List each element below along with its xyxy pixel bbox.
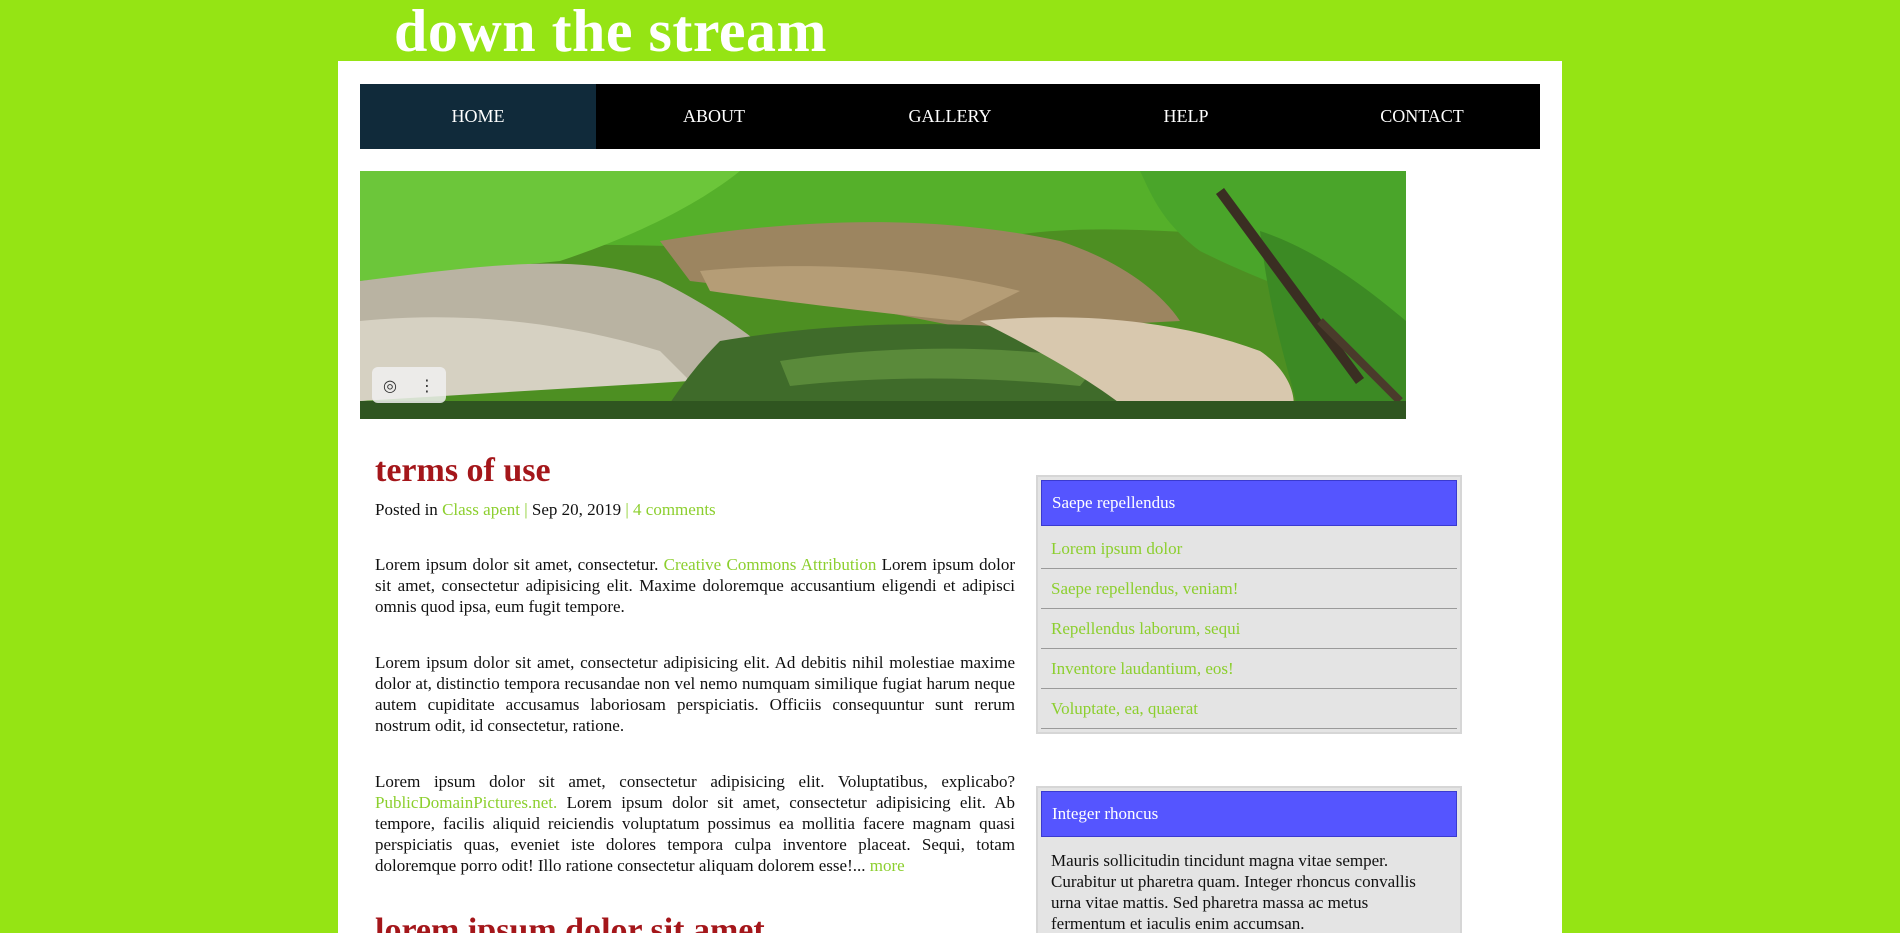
widget-link[interactable]: Saepe repellendus, veniam! <box>1051 579 1238 598</box>
widget-body-text: Mauris sollicitudin tincidunt magna vita… <box>1051 851 1416 933</box>
widget-link[interactable]: Inventore laudantium, eos! <box>1051 659 1234 678</box>
page-container: HOME ABOUT GALLERY HELP CONTACT ◎ ⋮ term… <box>338 61 1562 933</box>
meta-separator: | <box>621 500 634 519</box>
post-title[interactable]: terms of use <box>375 451 1015 491</box>
comments-link[interactable]: 4 comments <box>633 500 716 519</box>
creative-commons-link[interactable]: Creative Commons Attribution <box>664 555 877 574</box>
post-paragraph-3: Lorem ipsum dolor sit amet, consectetur … <box>375 771 1015 876</box>
widget-link[interactable]: Lorem ipsum dolor <box>1051 539 1182 558</box>
widget-link[interactable]: Voluptate, ea, quaerat <box>1051 699 1198 718</box>
more-vertical-icon[interactable]: ⋮ <box>419 376 435 395</box>
hero-image: ◎ ⋮ <box>360 171 1406 419</box>
category-link[interactable]: Class apent <box>442 500 520 519</box>
nav-home[interactable]: HOME <box>360 84 596 149</box>
widget-title: Saepe repellendus <box>1041 480 1457 526</box>
sidebar-widget-links: Saepe repellendus Lorem ipsum dolor Saep… <box>1036 475 1462 734</box>
paragraph-text: Lorem ipsum dolor sit amet, consectetur. <box>375 555 664 574</box>
stream-photo <box>360 171 1406 419</box>
widget-link-item: Inventore laudantium, eos! <box>1041 649 1457 689</box>
meta-prefix: Posted in <box>375 500 443 519</box>
post-date: Sep 20, 2019 <box>531 500 622 519</box>
image-controls: ◎ ⋮ <box>372 367 446 403</box>
widget-link-item: Lorem ipsum dolor <box>1041 529 1457 569</box>
widget-link-item: Saepe repellendus, veniam! <box>1041 569 1457 609</box>
meta-separator: | <box>519 500 532 519</box>
widget-title: Integer rhoncus <box>1041 791 1457 837</box>
widget-link-list: Lorem ipsum dolor Saepe repellendus, ven… <box>1041 529 1457 729</box>
widget-link-item: Repellendus laborum, sequi <box>1041 609 1457 649</box>
nav-about[interactable]: ABOUT <box>596 84 832 149</box>
post-paragraph-1: Lorem ipsum dolor sit amet, consectetur.… <box>375 554 1015 617</box>
nav-gallery[interactable]: GALLERY <box>832 84 1068 149</box>
widget-link-item: Voluptate, ea, quaerat <box>1041 689 1457 729</box>
post-paragraph-2: Lorem ipsum dolor sit amet, consectetur … <box>375 653 1015 735</box>
sidebar-widget-text: Integer rhoncus Mauris sollicitudin tinc… <box>1036 786 1462 933</box>
widget-link[interactable]: Repellendus laborum, sequi <box>1051 619 1240 638</box>
paragraph-text: Lorem ipsum dolor sit amet, consectetur … <box>375 772 1015 791</box>
post-meta: Posted in Class apent | Sep 20, 2019 | 4… <box>375 499 1015 520</box>
main-nav: HOME ABOUT GALLERY HELP CONTACT <box>360 84 1540 149</box>
nav-contact[interactable]: CONTACT <box>1304 84 1540 149</box>
more-link[interactable]: more <box>870 856 905 875</box>
main-content: terms of use Posted in Class apent | Sep… <box>375 451 1015 933</box>
public-domain-link[interactable]: PublicDomainPictures.net. <box>375 793 557 812</box>
site-title[interactable]: down the stream <box>394 0 827 62</box>
next-post-title[interactable]: lorem ipsum dolor sit amet <box>375 911 1015 933</box>
nav-help[interactable]: HELP <box>1068 84 1304 149</box>
lens-icon[interactable]: ◎ <box>383 376 397 395</box>
